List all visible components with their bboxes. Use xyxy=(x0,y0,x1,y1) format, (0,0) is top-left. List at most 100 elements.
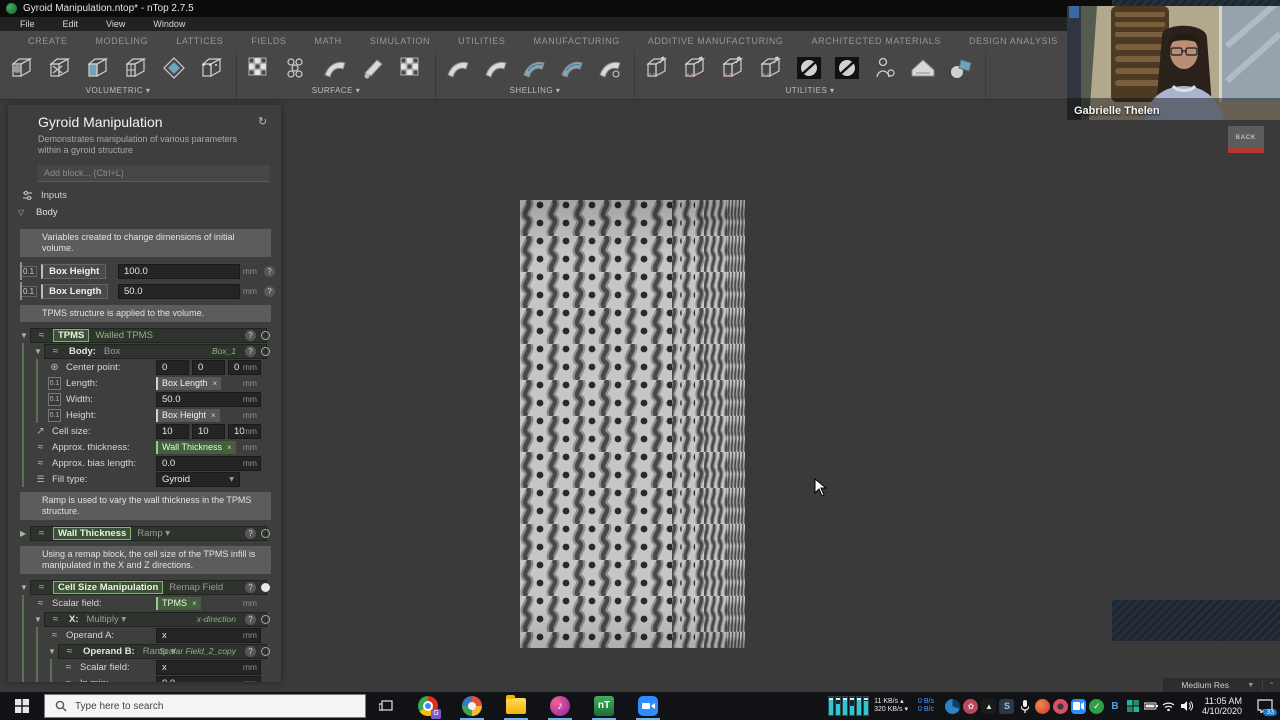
tray-bluetooth-icon[interactable]: B xyxy=(1107,699,1122,714)
tool-icon-cube-blob[interactable] xyxy=(6,53,40,85)
fill-type-dropdown[interactable]: Gyroid▾ xyxy=(156,472,240,487)
tool-icon-checker[interactable] xyxy=(395,53,429,85)
display-toggle[interactable] xyxy=(261,331,270,340)
tool-icon-paint-badge[interactable] xyxy=(357,53,391,85)
tool-icon-shell-badge[interactable] xyxy=(480,53,514,85)
field-row-height-[interactable]: 0.1Height:Box Height×mm xyxy=(8,407,281,423)
tool-icon-cube-arrow[interactable] xyxy=(717,53,751,85)
variable-value-input[interactable]: 50.0 xyxy=(118,284,240,299)
tray-camera-icon[interactable] xyxy=(1071,699,1086,714)
help-icon[interactable]: ? xyxy=(245,614,256,625)
start-button[interactable] xyxy=(0,692,44,720)
tool-icon-shell[interactable] xyxy=(442,53,476,85)
tab-modeling[interactable]: MODELING xyxy=(81,32,162,51)
display-toggle[interactable] xyxy=(261,583,270,592)
remove-tag-icon[interactable]: × xyxy=(227,443,232,452)
gyroid-model[interactable] xyxy=(520,200,745,648)
field-row-center-point-[interactable]: ⊕Center point:000mm xyxy=(8,359,281,375)
block-row-body-[interactable]: ▼≈Body:BoxBox_1? xyxy=(8,343,281,359)
display-toggle[interactable] xyxy=(261,347,270,356)
tab-lattices[interactable]: LATTICES xyxy=(162,32,237,51)
linked-variable-tag[interactable]: TPMS× xyxy=(156,597,201,610)
back-button[interactable]: BACK xyxy=(1228,126,1264,153)
field-row-width-[interactable]: 0.1Width:50.0mm xyxy=(8,391,281,407)
chevron-down-icon[interactable]: ▼ xyxy=(20,583,30,592)
tool-icon-person-pin[interactable] xyxy=(869,53,903,85)
variable-name[interactable]: Box Length xyxy=(41,284,108,299)
tool-icon-shell-mesh[interactable] xyxy=(518,53,552,85)
taskbar-clock[interactable]: 11:05 AM4/10/2020 xyxy=(1202,696,1242,716)
tray-donut-icon[interactable] xyxy=(1053,699,1068,714)
help-icon[interactable]: ? xyxy=(245,528,256,539)
help-icon[interactable]: ? xyxy=(245,330,256,341)
tray-drive-icon[interactable]: ▲ xyxy=(981,699,996,714)
add-block-input[interactable]: Add block... (Ctrl+L) xyxy=(38,165,270,182)
field-row-scalar-field-[interactable]: ≈Scalar field:xmm xyxy=(8,659,281,675)
chevron-down-icon[interactable]: ▼ xyxy=(1247,682,1254,689)
tool-icon-cube-arrow[interactable] xyxy=(755,53,789,85)
tool-icon-shell-mesh-badge[interactable] xyxy=(556,53,590,85)
field-row-fill-type-[interactable]: ☰Fill type:Gyroid▾ xyxy=(8,471,281,487)
network-monitor-widget[interactable] xyxy=(828,696,869,716)
taskbar-app-pinwheel-app[interactable] xyxy=(450,692,494,720)
toolbar-group-label[interactable]: VOLUMETRIC ▾ xyxy=(86,86,151,95)
block-name[interactable]: TPMS xyxy=(53,329,89,342)
block-type[interactable]: Walled TPMS xyxy=(95,330,153,341)
taskbar-search-input[interactable]: Type here to search xyxy=(44,694,366,718)
tab-simulation[interactable]: SIMULATION xyxy=(356,32,444,51)
remove-tag-icon[interactable]: × xyxy=(213,379,218,388)
menu-view[interactable]: View xyxy=(94,19,137,29)
tray-mic-icon[interactable] xyxy=(1017,699,1032,714)
chevron-down-icon[interactable]: ▼ xyxy=(20,331,30,340)
chevron-right-icon[interactable]: ▶ xyxy=(20,529,30,538)
field-input[interactable]: 0 xyxy=(156,360,189,375)
tool-icon-sphere-blue[interactable] xyxy=(945,53,979,85)
tab-utilities[interactable]: UTILITIES xyxy=(444,32,519,51)
help-icon[interactable]: ? xyxy=(245,346,256,357)
block-name[interactable]: Operand B: xyxy=(81,646,137,657)
field-row-scalar-field-[interactable]: ≈Scalar field:TPMS×mm xyxy=(8,595,281,611)
block-row-cell-size-manipulation[interactable]: ▼≈Cell Size ManipulationRemap Field? xyxy=(8,579,281,595)
block-name[interactable]: Body: xyxy=(67,346,98,357)
tool-icon-cube-arrow[interactable] xyxy=(679,53,713,85)
tool-icon-swoosh-badge[interactable] xyxy=(319,53,353,85)
variable-name[interactable]: Box Height xyxy=(41,264,106,279)
linked-variable-tag[interactable]: Box Height× xyxy=(156,409,220,422)
tool-icon-cube-grid[interactable] xyxy=(120,53,154,85)
remove-tag-icon[interactable]: × xyxy=(211,411,216,420)
field-row-box-length[interactable]: 0.1Box Length50.0mm? xyxy=(8,282,281,300)
help-icon[interactable]: ? xyxy=(245,646,256,657)
tab-fields[interactable]: FIELDS xyxy=(237,32,300,51)
tab-create[interactable]: CREATE xyxy=(14,32,81,51)
remove-tag-icon[interactable]: × xyxy=(192,599,197,608)
tool-icon-sphere-slash[interactable] xyxy=(831,53,865,85)
tray-orange-icon[interactable] xyxy=(1035,699,1050,714)
field-input[interactable]: 10 xyxy=(192,424,225,439)
block-name[interactable]: X: xyxy=(67,614,81,625)
block-type[interactable]: Ramp ▾ xyxy=(137,528,170,539)
variable-value-input[interactable]: 100.0 xyxy=(118,264,240,279)
chevron-down-icon[interactable]: ▼ xyxy=(48,647,58,656)
tool-icon-cube-dots[interactable] xyxy=(196,53,230,85)
menu-window[interactable]: Window xyxy=(141,19,197,29)
block-row-x-[interactable]: ▼≈X:Multiply ▾x-direction? xyxy=(8,611,281,627)
tray-battery-icon[interactable] xyxy=(1143,699,1158,714)
action-center-button[interactable]: 33 xyxy=(1250,692,1280,720)
taskbar-app-file-explorer[interactable] xyxy=(494,692,538,720)
tool-icon-sphere-slash[interactable] xyxy=(793,53,827,85)
tray-defender-icon[interactable] xyxy=(1125,699,1140,714)
block-row-tpms[interactable]: ▼≈TPMSWalled TPMS? xyxy=(8,327,281,343)
help-icon[interactable]: ? xyxy=(264,286,275,297)
tool-icon-hex-badge[interactable] xyxy=(281,53,315,85)
chevron-down-icon[interactable]: ▼ xyxy=(34,347,44,356)
taskbar-app-zoom-app[interactable] xyxy=(626,692,670,720)
refresh-icon[interactable]: ↻ xyxy=(258,115,271,128)
field-input[interactable]: 10 xyxy=(156,424,189,439)
display-toggle[interactable] xyxy=(261,529,270,538)
block-type[interactable]: Multiply ▾ xyxy=(87,614,127,625)
block-name[interactable]: Cell Size Manipulation xyxy=(53,581,163,594)
field-input[interactable]: 0 xyxy=(192,360,225,375)
chevron-down-icon[interactable]: ▽ xyxy=(18,208,28,217)
taskbar-app-ntop-app[interactable]: nT xyxy=(582,692,626,720)
help-icon[interactable]: ? xyxy=(245,582,256,593)
